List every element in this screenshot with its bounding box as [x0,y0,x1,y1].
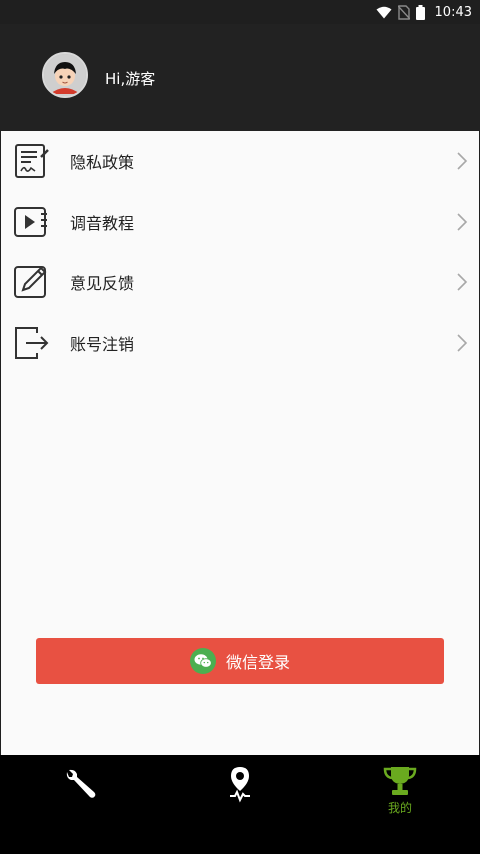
menu-item-label: 账号注销 [70,334,135,354]
menu-item-privacy-policy[interactable]: 隐私政策 [0,131,480,192]
chevron-right-icon [457,334,468,352]
menu-list: 隐私政策 调音教程 意见反馈 账号注销 [0,131,480,373]
tab-tools[interactable] [0,755,160,854]
location-pin-icon [230,767,250,803]
wrench-icon [66,769,96,798]
wifi-icon [376,6,392,19]
logout-icon [15,326,49,359]
chevron-right-icon [457,273,468,291]
wechat-login-button[interactable]: 微信登录 [36,638,444,684]
feedback-pencil-icon [14,266,47,298]
chevron-right-icon [457,152,468,170]
no-sim-icon [397,4,410,20]
avatar-icon[interactable] [42,52,88,98]
screen: 10:43 Hi,游客 隐私政策 调音教程 意见反馈 账号注销 微信登录 我的 [0,0,480,854]
menu-item-label: 意见反馈 [70,274,135,294]
bottom-nav: 我的 [0,755,480,854]
status-time: 10:43 [434,4,472,20]
privacy-document-icon [15,144,49,178]
menu-item-account-cancel[interactable]: 账号注销 [0,313,480,374]
video-tutorial-icon [14,206,47,237]
battery-icon [415,4,425,20]
trophy-icon [383,767,417,795]
wechat-login-label: 微信登录 [225,653,290,672]
greeting-text: Hi,游客 [105,70,156,88]
menu-item-label: 调音教程 [70,213,135,233]
profile-header: Hi,游客 [0,24,480,131]
menu-item-label: 隐私政策 [70,153,135,173]
menu-item-tutorial[interactable]: 调音教程 [0,192,480,253]
tab-label: 我的 [387,801,412,815]
tab-mine[interactable]: 我的 [320,755,480,854]
wechat-icon [189,648,216,674]
menu-item-feedback[interactable]: 意见反馈 [0,252,480,313]
chevron-right-icon [457,213,468,231]
status-bar: 10:43 [0,0,480,24]
tab-location[interactable] [160,755,320,854]
